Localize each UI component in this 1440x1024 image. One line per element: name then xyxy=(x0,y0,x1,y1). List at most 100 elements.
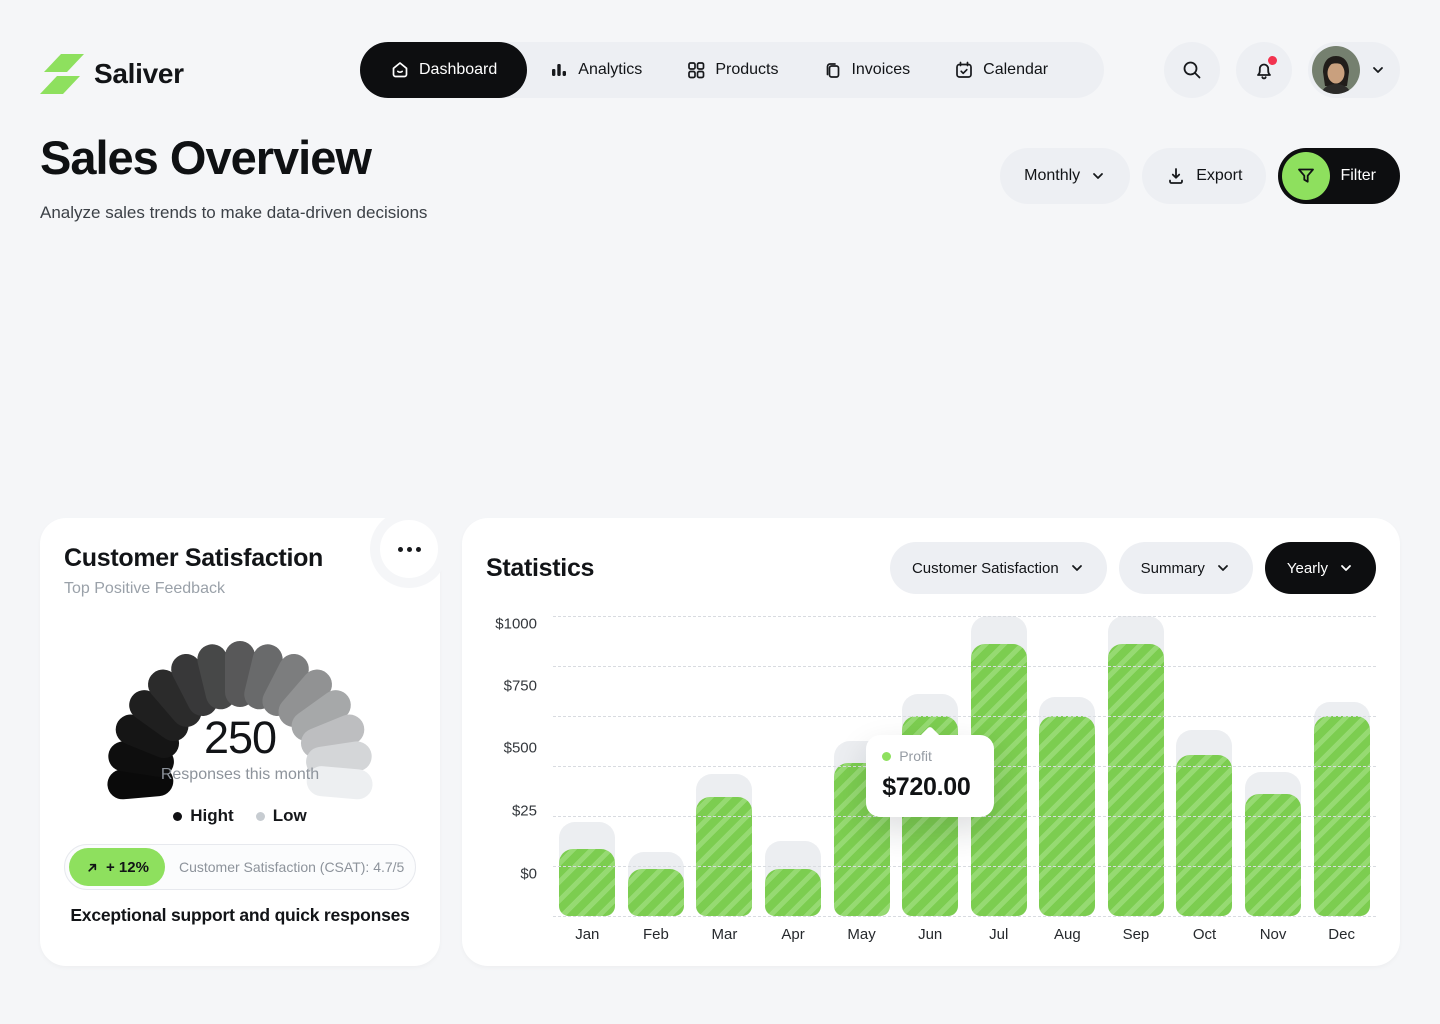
legend-high-label: Hight xyxy=(190,806,233,826)
metric-dropdown-value: Customer Satisfaction xyxy=(912,560,1059,577)
gauge-segment xyxy=(212,659,220,694)
y-axis-label: $25 xyxy=(512,803,537,820)
nav-item-products[interactable]: Products xyxy=(664,42,800,98)
page-subtitle: Analyze sales trends to make data-driven… xyxy=(40,203,427,223)
bar-value xyxy=(1108,644,1164,916)
search-button[interactable] xyxy=(1164,42,1220,98)
chevron-down-icon xyxy=(1215,560,1231,576)
view-dropdown-value: Summary xyxy=(1141,560,1205,577)
chevron-down-icon xyxy=(1069,560,1085,576)
calendar-icon xyxy=(954,60,974,80)
gauge-value: 250 xyxy=(85,712,395,764)
metric-dropdown[interactable]: Customer Satisfaction xyxy=(890,542,1107,594)
chevron-down-icon xyxy=(1338,560,1354,576)
page-title: Sales Overview xyxy=(40,130,371,185)
funnel-icon xyxy=(1295,165,1317,187)
nav-item-label: Calendar xyxy=(983,61,1048,79)
csat-description: Customer Satisfaction (CSAT): 4.7/5 xyxy=(179,859,404,875)
bar-value xyxy=(1176,755,1232,916)
x-axis-label: Jun xyxy=(896,926,965,943)
account-menu[interactable] xyxy=(1308,42,1400,98)
bar-value xyxy=(559,849,615,916)
legend-low: Low xyxy=(256,806,307,826)
x-axis-label: Sep xyxy=(1102,926,1171,943)
filter-button[interactable]: Filter xyxy=(1278,148,1400,204)
tooltip-value: $720.00 xyxy=(882,773,978,802)
home-icon xyxy=(390,60,410,80)
chevron-down-icon xyxy=(1090,168,1106,184)
range-dropdown[interactable]: Yearly xyxy=(1265,542,1376,594)
x-axis-label: Oct xyxy=(1170,926,1239,943)
statistics-card-title: Statistics xyxy=(486,554,594,583)
tooltip-series-dot xyxy=(882,752,891,761)
x-axis-label: Nov xyxy=(1239,926,1308,943)
period-dropdown-value: Monthly xyxy=(1024,167,1080,185)
notification-dot xyxy=(1268,56,1277,65)
card-menu-button[interactable] xyxy=(380,520,438,578)
tooltip-series-label: Profit xyxy=(899,748,932,764)
bar-value xyxy=(1245,794,1301,916)
filter-button-label: Filter xyxy=(1340,167,1376,185)
chart-tooltip: Profit $720.00 xyxy=(866,735,994,817)
nav-item-dashboard[interactable]: Dashboard xyxy=(360,42,527,98)
notifications-button[interactable] xyxy=(1236,42,1292,98)
x-axis-label: Jan xyxy=(553,926,622,943)
period-dropdown[interactable]: Monthly xyxy=(1000,148,1130,204)
documents-icon xyxy=(822,60,842,80)
page-controls: Monthly Export Filter xyxy=(1000,148,1400,204)
view-dropdown[interactable]: Summary xyxy=(1119,542,1253,594)
gauge-legend: Hight Low xyxy=(64,806,416,826)
satisfaction-gauge: 250 Responses this month xyxy=(85,624,395,802)
gridline xyxy=(553,666,1376,667)
y-axis-label: $0 xyxy=(520,866,537,883)
profit-bar-chart: $1000 $750 $500 $25 $0 Profit $720.00 JanFeb… xyxy=(486,616,1376,943)
range-dropdown-value: Yearly xyxy=(1287,560,1328,577)
arrow-up-right-icon xyxy=(85,860,100,875)
x-axis-label: Aug xyxy=(1033,926,1102,943)
nav-item-analytics[interactable]: Analytics xyxy=(527,42,664,98)
gauge-segment xyxy=(186,669,202,701)
gauge-caption: Responses this month xyxy=(85,766,395,784)
grid-icon xyxy=(686,60,706,80)
export-button-label: Export xyxy=(1196,167,1242,185)
legend-low-dot xyxy=(256,812,265,821)
bar-value xyxy=(628,869,684,916)
x-axis-label: Jul xyxy=(964,926,1033,943)
export-button[interactable]: Export xyxy=(1142,148,1266,204)
customer-satisfaction-card: Customer Satisfaction Top Positive Feedb… xyxy=(40,518,440,966)
bar-value xyxy=(696,797,752,916)
x-axis-label: Feb xyxy=(622,926,691,943)
nav-item-label: Invoices xyxy=(851,61,910,79)
nav-item-calendar[interactable]: Calendar xyxy=(932,42,1070,98)
x-axis: JanFebMarAprMayJunJulAugSepOctNovDec xyxy=(553,926,1376,943)
satisfaction-card-title: Customer Satisfaction xyxy=(64,544,416,573)
y-axis-label: $1000 xyxy=(495,616,537,633)
chevron-down-icon xyxy=(1370,62,1386,78)
app-name: Saliver xyxy=(94,58,184,90)
legend-high: Hight xyxy=(173,806,233,826)
main-nav: Dashboard Analytics Products Invoices xyxy=(360,42,1104,98)
y-axis-label: $500 xyxy=(504,740,537,757)
download-icon xyxy=(1166,166,1186,186)
nav-item-label: Analytics xyxy=(578,61,642,79)
x-axis-label: Dec xyxy=(1307,926,1376,943)
filter-icon-circle xyxy=(1282,152,1330,200)
bar-value xyxy=(765,869,821,916)
y-axis-label: $750 xyxy=(504,678,537,695)
nav-item-invoices[interactable]: Invoices xyxy=(800,42,932,98)
statistics-card: Statistics Customer Satisfaction Summary… xyxy=(462,518,1400,966)
chart-plot-area: Profit $720.00 xyxy=(553,616,1376,916)
x-axis-label: Apr xyxy=(759,926,828,943)
delta-value: + 12% xyxy=(106,859,149,876)
gridline xyxy=(553,866,1376,867)
app-logo: Saliver xyxy=(40,52,184,96)
nav-item-label: Products xyxy=(715,61,778,79)
topbar-actions xyxy=(1164,42,1400,98)
legend-low-label: Low xyxy=(273,806,307,826)
avatar xyxy=(1312,46,1360,94)
y-axis: $1000 $750 $500 $25 $0 xyxy=(486,616,553,916)
delta-badge: + 12% xyxy=(69,848,165,886)
logo-mark-icon xyxy=(40,52,84,96)
legend-high-dot xyxy=(173,812,182,821)
statistics-filters: Customer Satisfaction Summary Yearly xyxy=(890,542,1376,594)
